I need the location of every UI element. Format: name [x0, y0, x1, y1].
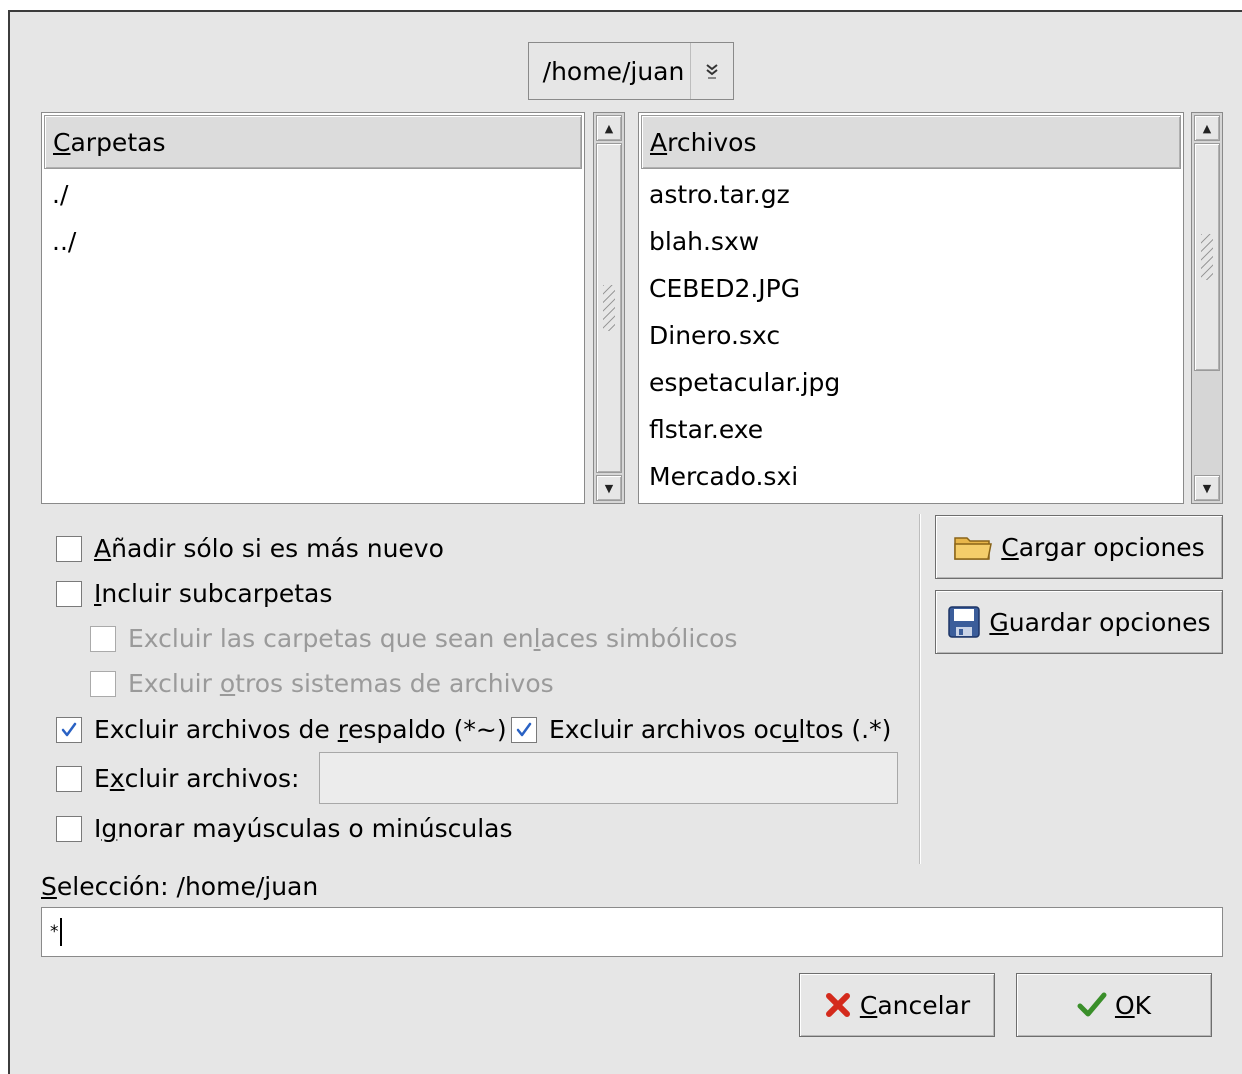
scroll-up-arrow-icon[interactable]: ▲	[1194, 115, 1220, 141]
exclude-files-option[interactable]: Ex cluir archivos:	[56, 764, 299, 793]
files-scroll-thumb[interactable]	[1194, 143, 1220, 371]
load-options-mnemonic: C	[1001, 532, 1019, 562]
scroll-up-arrow-icon[interactable]: ▲	[596, 115, 622, 141]
exclude-backup-label-pre: Excluir archivos de	[94, 715, 338, 744]
folders-list[interactable]: Carpetas ./../	[41, 112, 585, 504]
files-list-header[interactable]: Archivos	[641, 115, 1181, 169]
grip-icon	[603, 285, 615, 331]
folder-list-item[interactable]: ../	[42, 218, 584, 265]
include-subfolders-mnemonic: I	[94, 579, 102, 608]
cancel-label: ancelar	[877, 990, 971, 1020]
selection-label-text: elección: /home/juan	[56, 872, 319, 901]
floppy-disk-icon	[947, 605, 981, 639]
files-header-mnemonic: A	[650, 127, 668, 157]
ignore-case-label-pre: I	[94, 814, 102, 843]
files-header-rest: rchivos	[667, 127, 757, 157]
scroll-down-arrow-icon[interactable]: ▼	[596, 475, 622, 501]
file-list-item[interactable]: Dinero.sxc	[639, 312, 1183, 359]
exclude-files-input[interactable]	[319, 752, 898, 804]
folders-header-mnemonic: C	[53, 127, 71, 157]
load-options-button[interactable]: Cargar opciones	[935, 515, 1223, 579]
cancel-mnemonic: C	[859, 990, 878, 1020]
selection-label: Selección: /home/juan	[41, 872, 318, 901]
folder-icon	[953, 532, 993, 562]
exclude-hidden-option[interactable]: Excluir archivos oc u ltos (.*)	[511, 715, 891, 744]
folders-list-header[interactable]: Carpetas	[44, 115, 582, 169]
exclude-other-fs-mnemonic: o	[219, 669, 236, 698]
include-subfolders-option[interactable]: Incluir subcarpetas	[56, 579, 332, 608]
folders-scroll-thumb[interactable]	[596, 143, 622, 473]
ok-label: K	[1134, 990, 1152, 1020]
vertical-separator	[919, 514, 921, 864]
combo-arrow-icon[interactable]	[690, 43, 733, 99]
selection-input-value: *	[50, 922, 59, 942]
save-options-mnemonic: G	[989, 607, 1009, 637]
exclude-files-checkbox[interactable]	[56, 765, 82, 792]
ok-button[interactable]: OK	[1016, 973, 1212, 1037]
file-list-item[interactable]: flstar.exe	[639, 406, 1183, 453]
exclude-symlinks-label-pre: Excluir las carpetas que sean en	[128, 624, 534, 653]
include-subfolders-checkbox[interactable]	[56, 580, 82, 607]
folders-scrollbar[interactable]: ▲ ▼	[593, 112, 625, 504]
ignore-case-label-post: norar mayúsculas o minúsculas	[117, 814, 513, 843]
exclude-hidden-mnemonic: u	[782, 715, 799, 744]
selection-label-mnemonic: S	[41, 872, 57, 901]
folders-header-rest: arpetas	[70, 127, 166, 157]
exclude-symlinks-mnemonic: l	[533, 624, 541, 653]
ignore-case-option[interactable]: Ig norar mayúsculas o minúsculas	[56, 814, 513, 843]
exclude-files-label-post: cluir archivos:	[124, 764, 300, 793]
file-list-item[interactable]: espetacular.jpg	[639, 359, 1183, 406]
ignore-case-mnemonic: g	[101, 814, 118, 843]
cancel-button[interactable]: Cancelar	[799, 973, 995, 1037]
include-subfolders-label: ncluir subcarpetas	[101, 579, 333, 608]
exclude-backup-mnemonic: r	[337, 715, 348, 744]
only-newer-label: ñadir sólo si es más nuevo	[111, 534, 444, 563]
file-selection-dialog: /home/juan Carpetas ./../ ▲ ▼ Archivos a…	[8, 10, 1242, 1074]
exclude-symlinks-label-post: aces simbólicos	[540, 624, 738, 653]
green-check-icon	[1077, 991, 1107, 1019]
exclude-backup-label-post: espaldo (*~)	[347, 715, 507, 744]
exclude-hidden-checkbox[interactable]	[511, 716, 537, 743]
scroll-down-arrow-icon[interactable]: ▼	[1194, 475, 1220, 501]
ok-mnemonic: O	[1114, 990, 1135, 1020]
exclude-hidden-label-pre: Excluir archivos oc	[549, 715, 783, 744]
exclude-other-fs-checkbox[interactable]	[90, 670, 116, 697]
exclude-hidden-label-post: ltos (.*)	[798, 715, 892, 744]
load-options-label: argar opciones	[1018, 532, 1205, 562]
exclude-other-fs-option[interactable]: Excluir o tros sistemas de archivos	[90, 669, 554, 698]
path-combo[interactable]: /home/juan	[528, 42, 734, 100]
files-list[interactable]: Archivos astro.tar.gz blah.sxw CEBED2.JPG D…	[638, 112, 1184, 504]
file-list-item[interactable]: blah.sxw	[639, 218, 1183, 265]
text-cursor	[59, 918, 62, 946]
file-list-item[interactable]: CEBED2.JPG	[639, 265, 1183, 312]
save-options-button[interactable]: Guardar opciones	[935, 590, 1223, 654]
ignore-case-checkbox[interactable]	[56, 815, 82, 842]
folder-list-item[interactable]: ./	[42, 171, 584, 218]
file-list-item[interactable]: astro.tar.gz	[639, 171, 1183, 218]
red-x-icon	[824, 991, 852, 1019]
file-list-item[interactable]: Mercado.sxi	[639, 453, 1183, 500]
files-scrollbar[interactable]: ▲ ▼	[1191, 112, 1223, 504]
exclude-backup-option[interactable]: Excluir archivos de r espaldo (*~)	[56, 715, 507, 744]
exclude-other-fs-label-pre: Excluir	[128, 669, 220, 698]
exclude-symlinks-checkbox[interactable]	[90, 625, 116, 652]
selection-input[interactable]: *	[41, 907, 1223, 957]
exclude-symlinks-option[interactable]: Excluir las carpetas que sean en l aces si…	[90, 624, 737, 653]
save-options-label: uardar opciones	[1008, 607, 1211, 637]
exclude-other-fs-label-post: tros sistemas de archivos	[235, 669, 554, 698]
only-newer-option[interactable]: Añadir sólo si es más nuevo	[56, 534, 444, 563]
path-combo-value: /home/juan	[542, 56, 685, 86]
exclude-files-mnemonic: x	[109, 764, 125, 793]
exclude-files-label-pre: E	[94, 764, 110, 793]
only-newer-checkbox[interactable]	[56, 535, 82, 562]
grip-icon	[1201, 234, 1213, 280]
exclude-backup-checkbox[interactable]	[56, 716, 82, 743]
only-newer-mnemonic: A	[94, 534, 112, 563]
